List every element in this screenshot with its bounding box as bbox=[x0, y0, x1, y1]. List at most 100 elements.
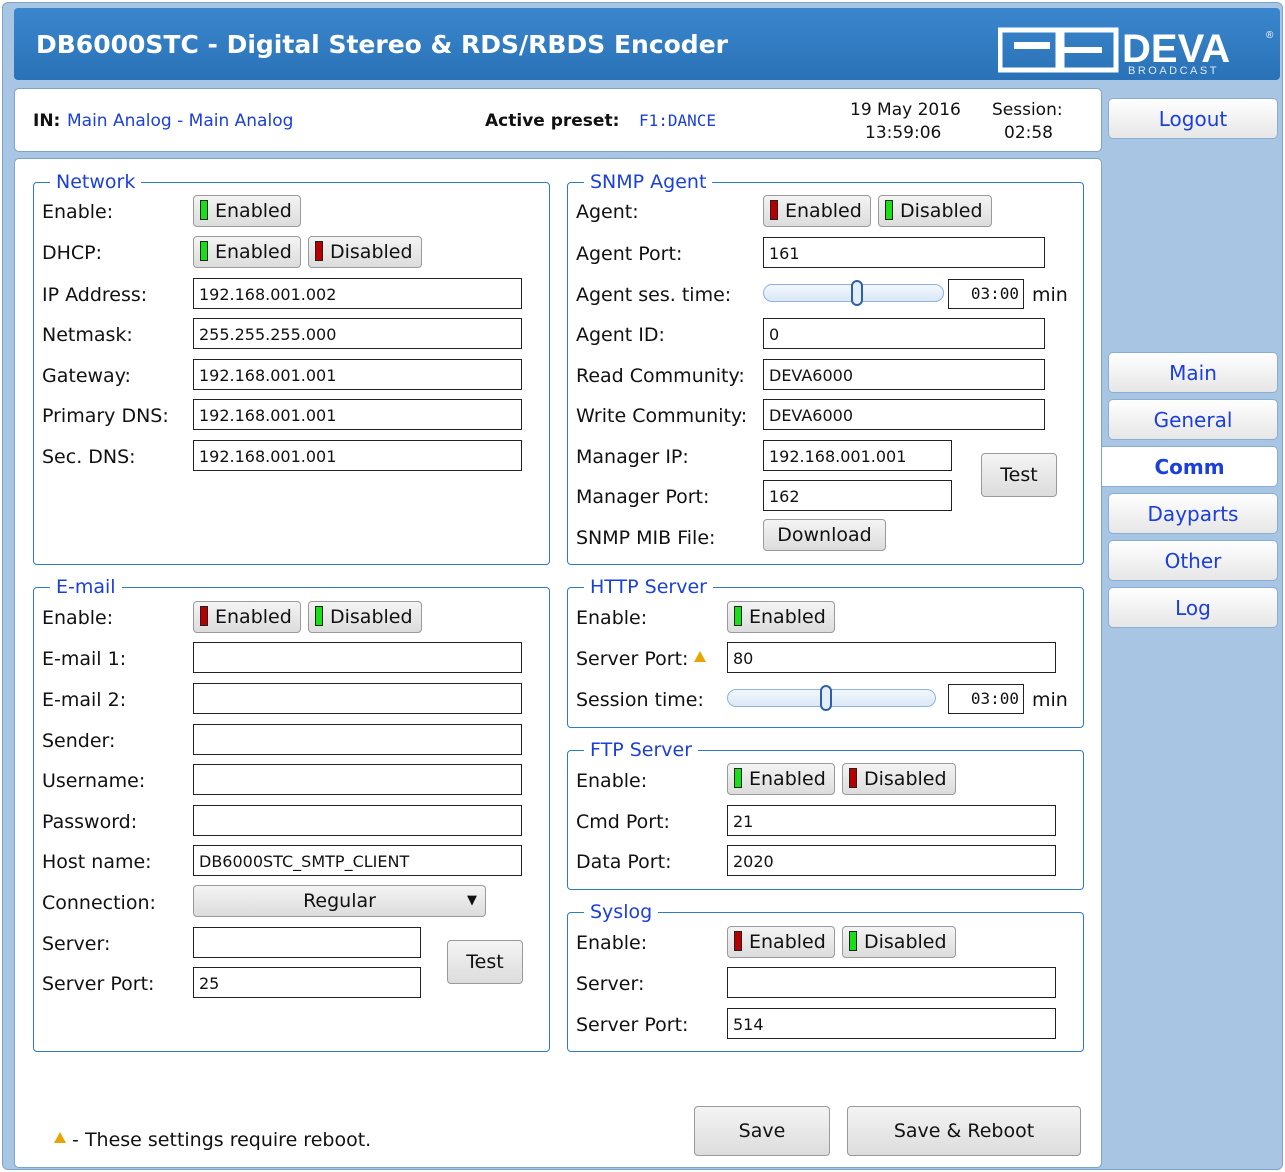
write-community-input[interactable]: DEVA6000 bbox=[763, 399, 1045, 430]
slider-handle[interactable] bbox=[820, 685, 832, 711]
svg-text:®: ® bbox=[1266, 30, 1274, 41]
input-label: IN: bbox=[33, 111, 61, 131]
host-name-input[interactable]: DB6000STC_SMTP_CLIENT bbox=[193, 845, 522, 876]
tab-general[interactable]: General bbox=[1108, 399, 1278, 440]
email-disabled-button[interactable]: Disabled bbox=[308, 601, 422, 633]
gateway-input[interactable]: 192.168.001.001 bbox=[193, 359, 522, 390]
connection-label: Connection: bbox=[42, 892, 156, 914]
save-button[interactable]: Save bbox=[694, 1106, 830, 1156]
agent-ses-time-label: Agent ses. time: bbox=[576, 284, 732, 306]
sidebar bbox=[1103, 158, 1281, 1166]
slider-handle[interactable] bbox=[851, 280, 863, 306]
time-display: 13:59:06 bbox=[865, 123, 942, 143]
syslog-server-label: Server: bbox=[576, 973, 645, 995]
email-enabled-button[interactable]: Enabled bbox=[193, 601, 301, 633]
email2-input[interactable] bbox=[193, 683, 522, 714]
agent-port-input[interactable]: 161 bbox=[763, 237, 1045, 268]
email-server-label: Server: bbox=[42, 933, 111, 955]
username-input[interactable] bbox=[193, 764, 522, 795]
mib-download-button[interactable]: Download bbox=[763, 519, 886, 551]
email1-input[interactable] bbox=[193, 642, 522, 673]
tab-main[interactable]: Main bbox=[1108, 352, 1278, 393]
sec-dns-label: Sec. DNS: bbox=[42, 446, 136, 468]
input-source-link[interactable]: Main Analog - Main Analog bbox=[67, 111, 293, 131]
app-header: DB6000STC - Digital Stereo & RDS/RBDS En… bbox=[14, 8, 1280, 80]
network-enabled-button[interactable]: Enabled bbox=[193, 195, 301, 227]
snmp-test-button[interactable]: Test bbox=[981, 453, 1057, 497]
username-label: Username: bbox=[42, 770, 146, 792]
dhcp-enabled-button[interactable]: Enabled bbox=[193, 236, 301, 268]
dhcp-disabled-button[interactable]: Disabled bbox=[308, 236, 422, 268]
email-test-button[interactable]: Test bbox=[447, 940, 523, 984]
tab-dayparts[interactable]: Dayparts bbox=[1108, 493, 1278, 534]
session-time-slider[interactable] bbox=[727, 685, 936, 711]
led-off-icon bbox=[770, 200, 778, 220]
session-time-value[interactable]: 03:00 bbox=[948, 684, 1024, 714]
button-label: Disabled bbox=[330, 241, 413, 263]
syslog-port-label: Server Port: bbox=[576, 1014, 689, 1036]
deva-logo: DEVA ® BROADCAST bbox=[998, 27, 1274, 76]
network-title: Network bbox=[50, 170, 142, 194]
syslog-disabled-button[interactable]: Disabled bbox=[842, 926, 956, 958]
led-on-icon bbox=[200, 200, 208, 220]
agent-ses-time-value[interactable]: 03:00 bbox=[948, 279, 1024, 309]
manager-ip-input[interactable]: 192.168.001.001 bbox=[763, 440, 952, 471]
syslog-server-input[interactable] bbox=[727, 967, 1056, 998]
gateway-label: Gateway: bbox=[42, 365, 131, 387]
led-off-icon bbox=[734, 931, 742, 951]
snmp-agent-label: Agent: bbox=[576, 201, 639, 223]
email-enable-label: Enable: bbox=[42, 607, 114, 629]
password-label: Password: bbox=[42, 811, 138, 833]
data-port-input[interactable]: 2020 bbox=[727, 845, 1056, 876]
primary-dns-label: Primary DNS: bbox=[42, 405, 169, 427]
email2-label: E-mail 2: bbox=[42, 689, 127, 711]
session-timer: 02:58 bbox=[1004, 123, 1053, 143]
agent-id-label: Agent ID: bbox=[576, 324, 665, 346]
sender-input[interactable] bbox=[193, 724, 522, 755]
tab-other[interactable]: Other bbox=[1108, 540, 1278, 581]
netmask-input[interactable]: 255.255.255.000 bbox=[193, 318, 522, 349]
primary-dns-input[interactable]: 192.168.001.001 bbox=[193, 399, 522, 430]
cmd-port-label: Cmd Port: bbox=[576, 811, 670, 833]
syslog-enabled-button[interactable]: Enabled bbox=[727, 926, 835, 958]
ip-address-input[interactable]: 192.168.001.002 bbox=[193, 278, 522, 309]
snmp-enabled-button[interactable]: Enabled bbox=[763, 195, 871, 227]
snmp-title: SNMP Agent bbox=[584, 170, 713, 194]
password-input[interactable] bbox=[193, 805, 522, 836]
cmd-port-input[interactable]: 21 bbox=[727, 805, 1056, 836]
syslog-port-input[interactable]: 514 bbox=[727, 1008, 1056, 1039]
button-label: Enabled bbox=[749, 606, 826, 628]
email-port-input[interactable]: 25 bbox=[193, 967, 421, 998]
manager-port-input[interactable]: 162 bbox=[763, 480, 952, 511]
write-community-label: Write Community: bbox=[576, 405, 748, 427]
read-community-input[interactable]: DEVA6000 bbox=[763, 359, 1045, 390]
tab-log[interactable]: Log bbox=[1108, 587, 1278, 628]
ftp-disabled-button[interactable]: Disabled bbox=[842, 763, 956, 795]
agent-id-input[interactable]: 0 bbox=[763, 318, 1045, 349]
http-port-label: Server Port: bbox=[576, 647, 707, 671]
button-label: Disabled bbox=[864, 768, 947, 790]
http-enable-label: Enable: bbox=[576, 607, 648, 629]
button-label: Enabled bbox=[215, 241, 292, 263]
ftp-enabled-button[interactable]: Enabled bbox=[727, 763, 835, 795]
http-enabled-button[interactable]: Enabled bbox=[727, 601, 835, 633]
button-label: Disabled bbox=[900, 200, 983, 222]
button-label: Disabled bbox=[330, 606, 413, 628]
sec-dns-input[interactable]: 192.168.001.001 bbox=[193, 440, 522, 471]
syslog-title: Syslog bbox=[584, 900, 659, 924]
logout-button[interactable]: Logout bbox=[1108, 98, 1278, 139]
save-reboot-button[interactable]: Save & Reboot bbox=[847, 1106, 1081, 1156]
reboot-note: - These settings require reboot. bbox=[54, 1128, 371, 1152]
email-server-input[interactable] bbox=[193, 927, 421, 958]
led-on-icon bbox=[734, 606, 742, 626]
warning-icon bbox=[694, 651, 707, 662]
agent-ses-time-slider[interactable] bbox=[763, 280, 944, 306]
http-port-input[interactable]: 80 bbox=[727, 642, 1056, 673]
connection-select[interactable]: Regular ▼ bbox=[193, 885, 486, 917]
snmp-disabled-button[interactable]: Disabled bbox=[878, 195, 992, 227]
dhcp-label: DHCP: bbox=[42, 242, 103, 264]
tab-comm[interactable]: Comm bbox=[1102, 446, 1278, 487]
button-label: Enabled bbox=[215, 606, 292, 628]
led-on-icon bbox=[885, 200, 893, 220]
led-on-icon bbox=[734, 768, 742, 788]
